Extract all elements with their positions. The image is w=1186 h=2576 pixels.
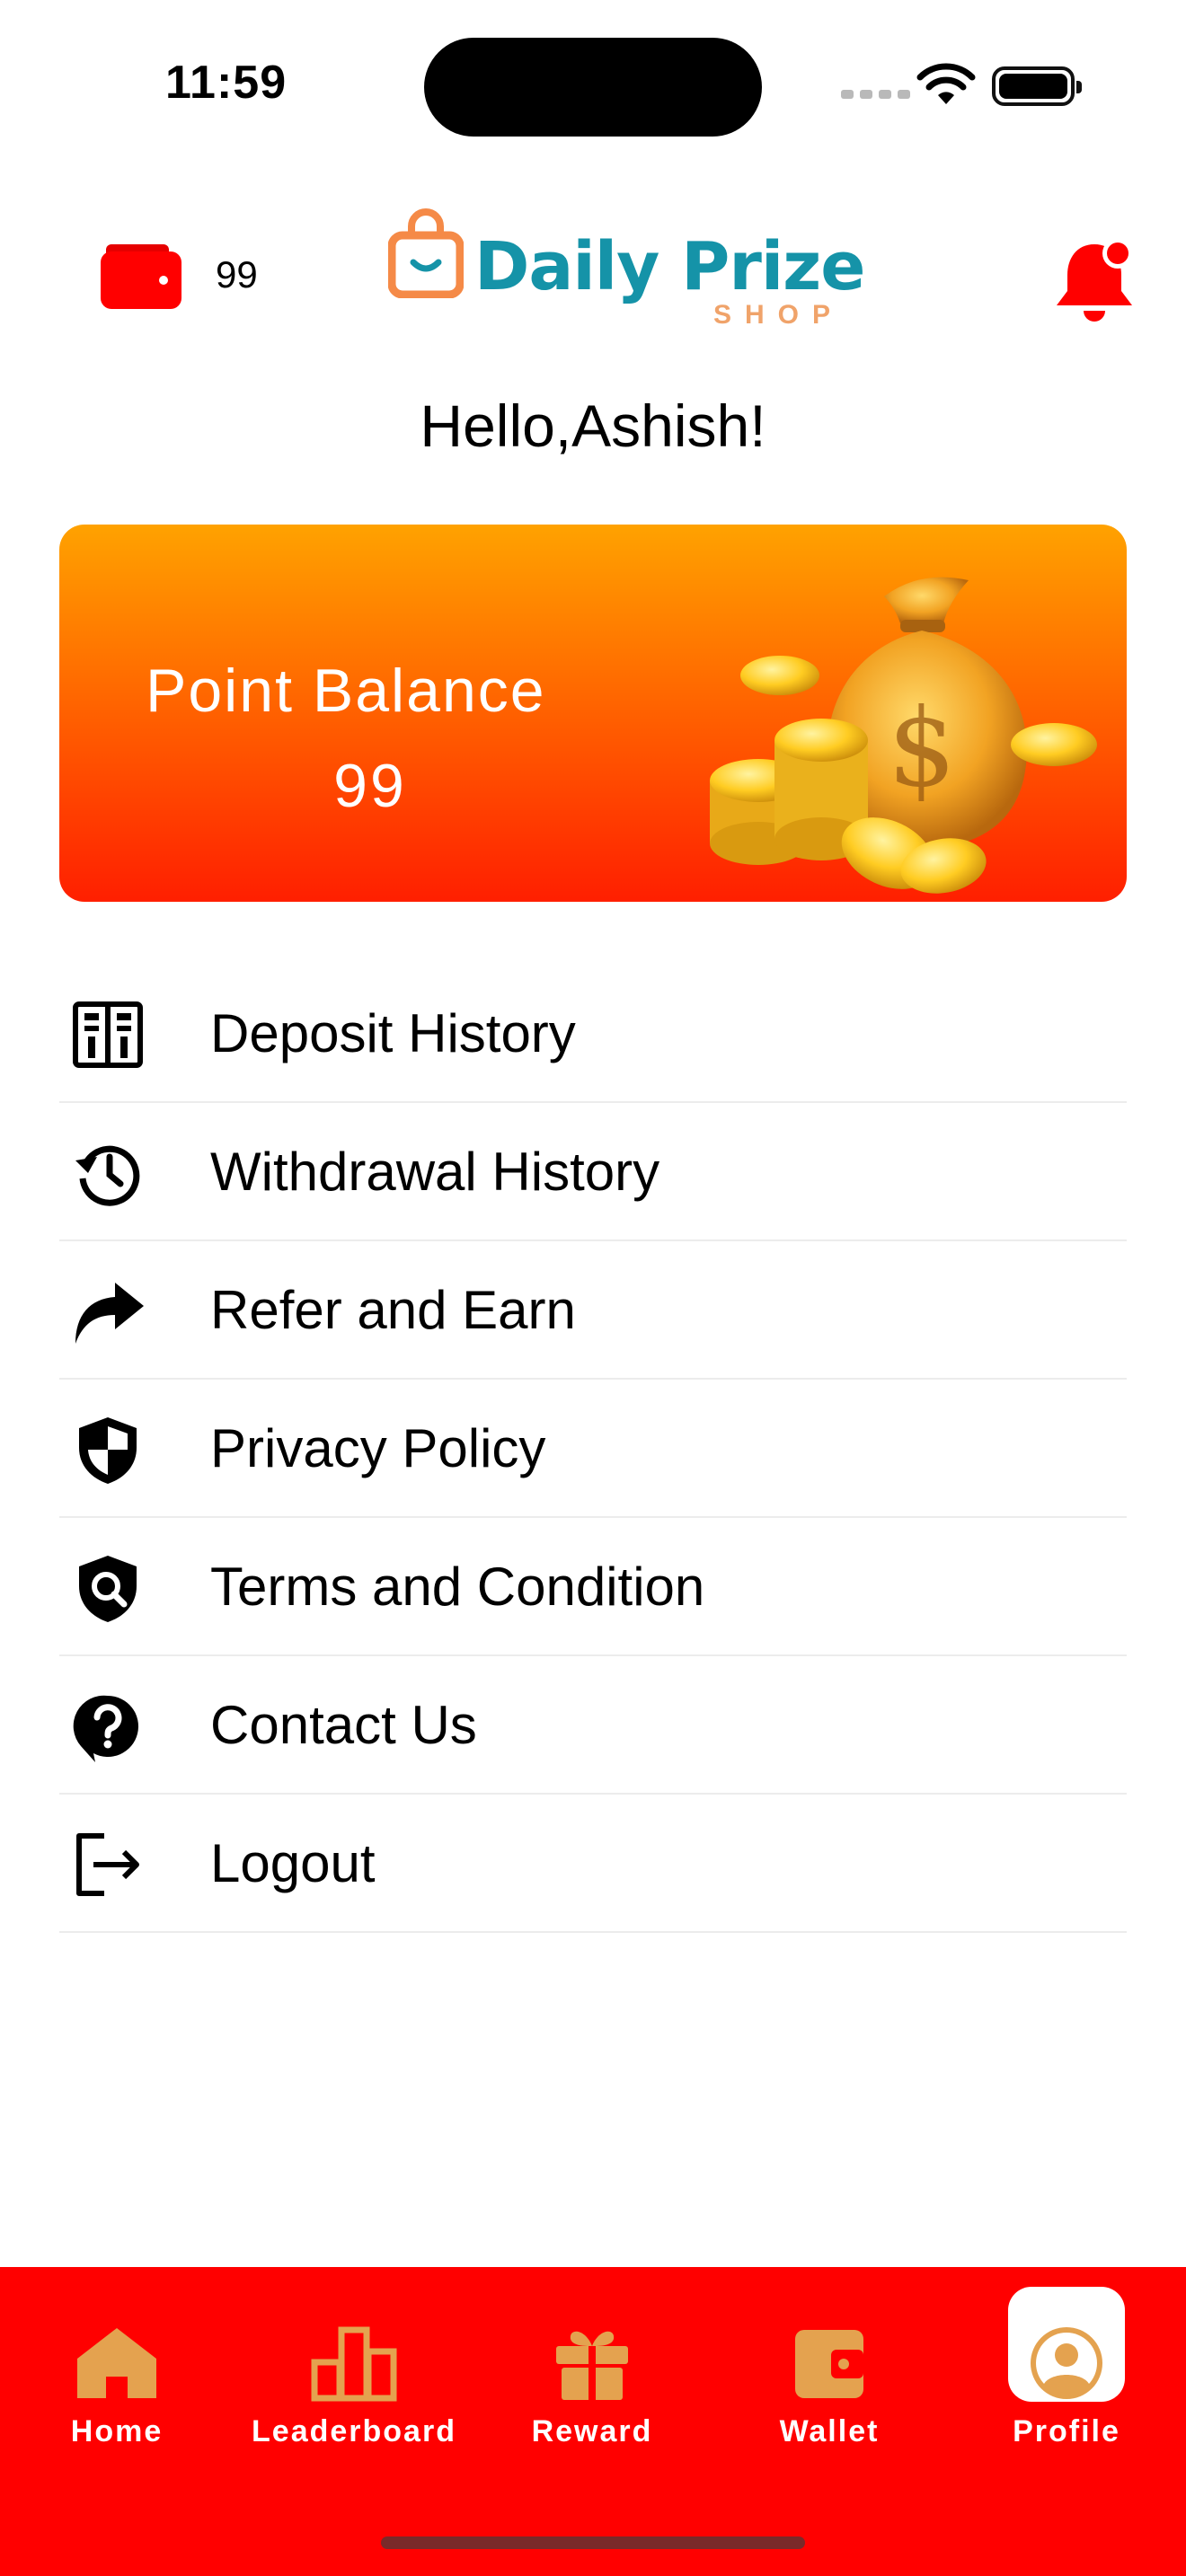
menu-label: Deposit History <box>210 1003 576 1063</box>
tab-home[interactable]: Home <box>4 2298 229 2459</box>
cellular-signal-icon <box>841 90 910 99</box>
svg-text:$: $ <box>888 686 956 811</box>
menu-label: Logout <box>210 1833 376 1893</box>
gift-icon <box>556 2331 628 2400</box>
menu-item-privacy-policy[interactable]: Privacy Policy <box>59 1380 1127 1518</box>
tab-label: Profile <box>1013 2414 1120 2448</box>
profile-icon <box>1031 2327 1102 2399</box>
leaderboard-icon <box>311 2326 397 2402</box>
wallet-icon[interactable] <box>101 239 181 309</box>
share-arrow-icon <box>75 1283 144 1344</box>
home-icon <box>77 2328 156 2398</box>
home-indicator <box>381 2536 805 2549</box>
wallet-points: 99 <box>216 253 258 296</box>
menu-item-withdrawal-history[interactable]: Withdrawal History <box>59 1103 1127 1241</box>
menu-label: Refer and Earn <box>210 1280 576 1340</box>
menu-label: Terms and Condition <box>210 1557 705 1617</box>
history-icon <box>75 1145 140 1206</box>
tab-leaderboard[interactable]: Leaderboard <box>242 2298 466 2459</box>
tab-label: Leaderboard <box>252 2414 456 2448</box>
shopping-bag-icon <box>388 208 464 298</box>
menu-item-terms-and-condition[interactable]: Terms and Condition <box>59 1518 1127 1656</box>
tab-reward[interactable]: Reward <box>480 2298 704 2459</box>
logo-subtitle: SHOP <box>713 300 845 330</box>
ledger-icon <box>73 1001 143 1068</box>
point-balance-card: Point Balance 99 $ <box>59 525 1127 902</box>
app-logo: Daily Prize SHOP <box>388 208 865 334</box>
menu-item-contact-us[interactable]: Contact Us <box>59 1656 1127 1795</box>
battery-icon <box>992 66 1082 106</box>
menu-item-deposit-history[interactable]: Deposit History <box>59 965 1127 1103</box>
status-time: 11:59 <box>165 57 288 109</box>
menu-label: Privacy Policy <box>210 1418 546 1478</box>
logo-name: Daily Prize <box>474 228 865 305</box>
tab-profile[interactable]: Profile <box>954 2298 1179 2459</box>
balance-label: Point Balance <box>146 657 546 725</box>
shield-icon <box>79 1417 137 1484</box>
shield-search-icon <box>79 1556 137 1622</box>
tab-wallet[interactable]: Wallet <box>717 2298 942 2459</box>
greeting-text: Hello,Ashish! <box>420 393 766 459</box>
profile-menu: Deposit History Withdrawal History Refer… <box>59 965 1127 1933</box>
balance-value: 99 <box>333 752 407 820</box>
menu-label: Contact Us <box>210 1695 477 1755</box>
wallet-icon <box>795 2330 863 2398</box>
tab-label: Wallet <box>779 2414 880 2448</box>
notification-bell-icon[interactable] <box>1053 235 1136 322</box>
menu-item-logout[interactable]: Logout <box>59 1795 1127 1933</box>
menu-item-refer-and-earn[interactable]: Refer and Earn <box>59 1241 1127 1380</box>
logout-icon <box>76 1833 139 1896</box>
help-icon <box>73 1695 138 1762</box>
money-bag-icon: $ <box>710 577 1097 894</box>
dynamic-island <box>424 38 762 137</box>
tab-label: Home <box>70 2414 164 2448</box>
menu-label: Withdrawal History <box>210 1142 660 1202</box>
wifi-icon <box>916 63 976 104</box>
tab-label: Reward <box>531 2414 653 2448</box>
